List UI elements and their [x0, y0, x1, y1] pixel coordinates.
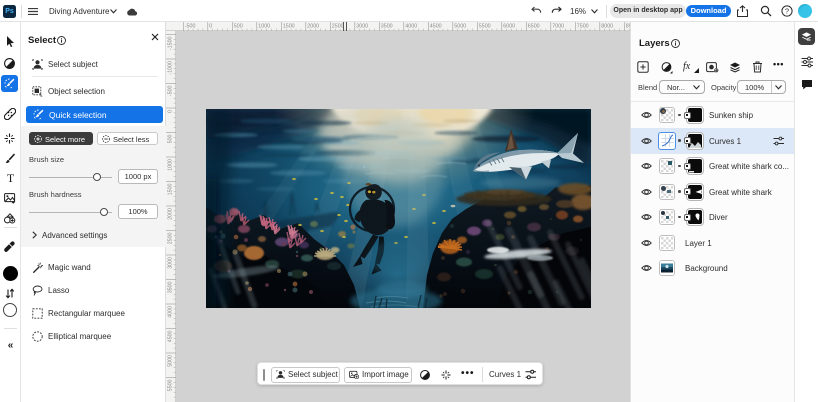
svg-text:5500: 5500	[479, 23, 491, 29]
svg-text:2500: 2500	[168, 232, 174, 244]
svg-text:3500: 3500	[168, 281, 174, 293]
svg-text:2000: 2000	[168, 208, 174, 220]
svg-text:4000: 4000	[168, 306, 174, 318]
svg-text:4500: 4500	[168, 330, 174, 342]
svg-text:-1500: -1500	[168, 36, 174, 50]
svg-text:4500: 4500	[430, 23, 442, 29]
svg-text:1500: 1500	[168, 183, 174, 195]
svg-text:-500: -500	[185, 23, 196, 29]
svg-text:3000: 3000	[356, 23, 368, 29]
svg-text:2500: 2500	[332, 23, 344, 29]
svg-text:1500: 1500	[283, 23, 295, 29]
svg-text:7500: 7500	[577, 23, 589, 29]
svg-text:500: 500	[168, 134, 174, 143]
svg-text:-500: -500	[168, 85, 174, 96]
svg-text:5500: 5500	[168, 379, 174, 391]
svg-text:0: 0	[168, 110, 174, 113]
svg-text:1000: 1000	[168, 159, 174, 171]
svg-text:6500: 6500	[528, 23, 540, 29]
svg-text:6000: 6000	[503, 23, 515, 29]
svg-text:3500: 3500	[381, 23, 393, 29]
svg-text:8000: 8000	[601, 23, 613, 29]
svg-text:-1000: -1000	[168, 61, 174, 75]
svg-text:1000: 1000	[258, 23, 270, 29]
svg-text:2000: 2000	[307, 23, 319, 29]
svg-text:4000: 4000	[405, 23, 417, 29]
svg-text:500: 500	[234, 23, 243, 29]
svg-text:3000: 3000	[168, 257, 174, 269]
svg-text:0: 0	[209, 23, 212, 29]
svg-text:5000: 5000	[168, 355, 174, 367]
svg-text:5000: 5000	[454, 23, 466, 29]
svg-text:7000: 7000	[552, 23, 564, 29]
svg-text:?: ?	[785, 7, 789, 16]
